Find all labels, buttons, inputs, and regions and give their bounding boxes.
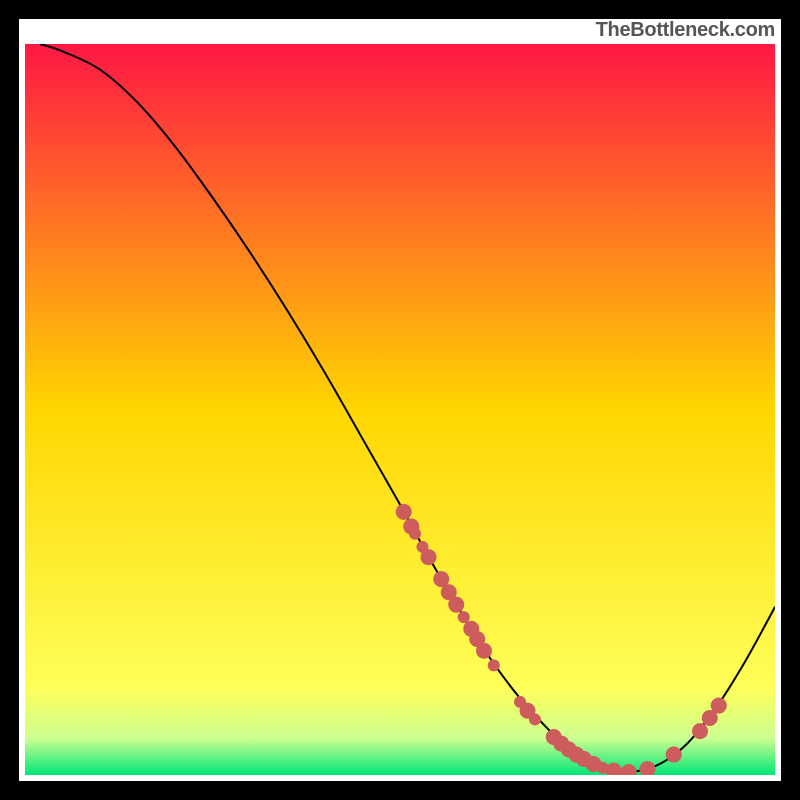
- plot-area: [25, 44, 775, 775]
- data-marker: [666, 747, 682, 763]
- chart-frame: TheBottleneck.com: [19, 19, 781, 781]
- data-marker: [529, 713, 541, 725]
- data-marker: [692, 723, 708, 739]
- data-marker: [409, 528, 421, 540]
- data-marker: [421, 549, 437, 565]
- data-marker: [396, 504, 412, 520]
- attribution-text: TheBottleneck.com: [596, 19, 775, 42]
- gradient-background: [25, 44, 775, 775]
- data-marker: [711, 698, 727, 714]
- chart-svg: [25, 44, 775, 775]
- data-marker: [458, 611, 470, 623]
- data-marker: [448, 597, 464, 613]
- data-marker: [476, 643, 492, 659]
- data-marker: [488, 659, 500, 671]
